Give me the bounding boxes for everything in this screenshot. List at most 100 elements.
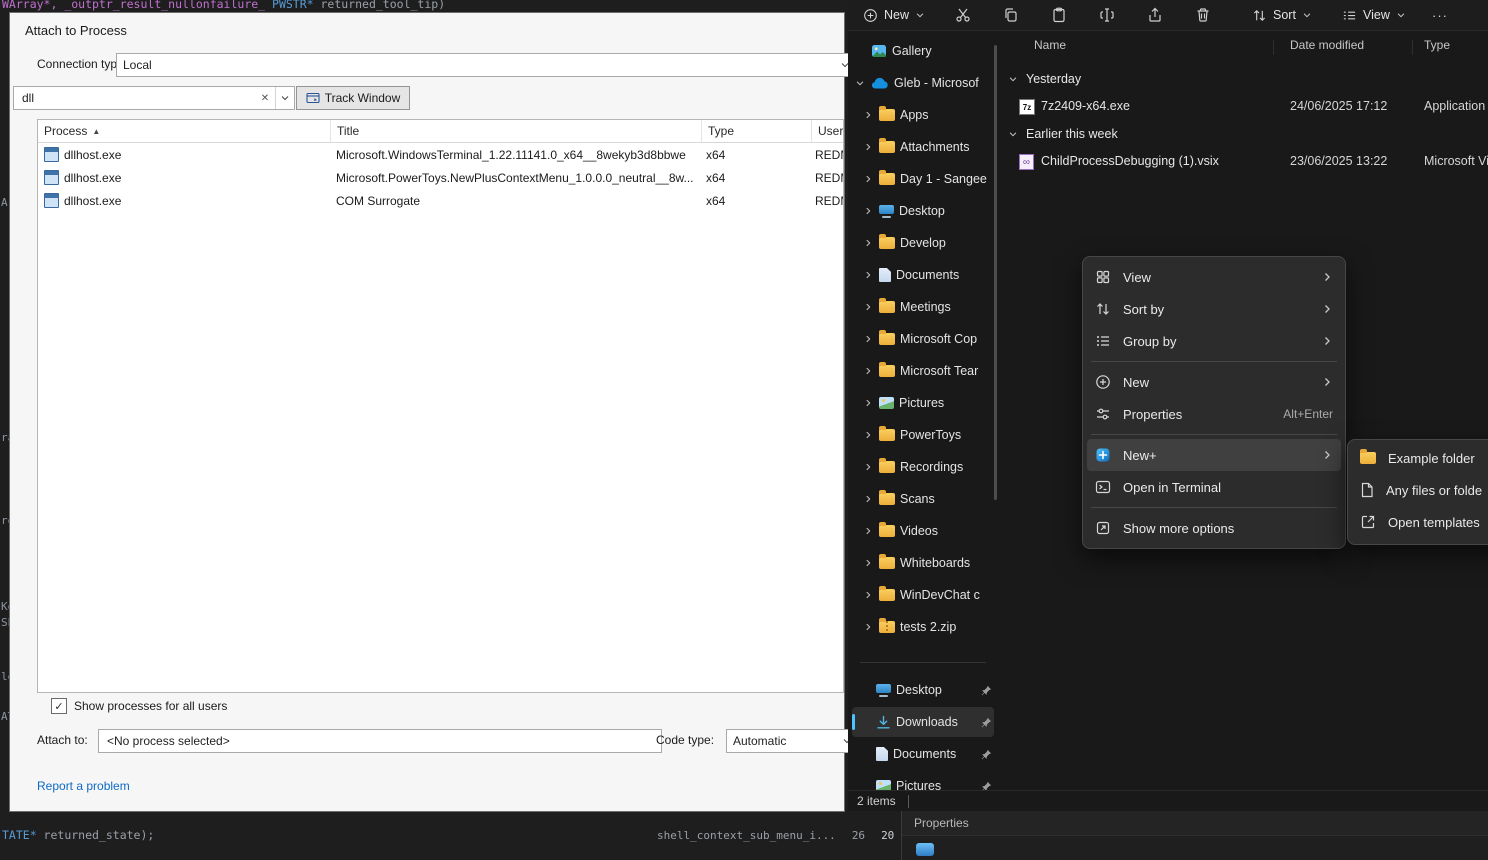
chevron-right-icon[interactable] (862, 526, 874, 536)
new-button[interactable]: New (854, 2, 934, 28)
sidebar-item-tests-zip[interactable]: tests 2.zip (852, 612, 994, 642)
paste-button[interactable] (1042, 2, 1076, 28)
submenu-item-example-folder[interactable]: Example folder (1352, 442, 1488, 474)
sidebar-item-scans[interactable]: Scans (852, 484, 994, 514)
chevron-down-icon[interactable] (1008, 74, 1018, 84)
sidebar-item-desktop-pinned[interactable]: Desktop (852, 675, 994, 705)
chevron-right-icon[interactable] (862, 110, 874, 120)
table-row[interactable]: dllhost.exe COM Surrogate x64 REDMOND (38, 189, 843, 212)
chevron-right-icon[interactable] (862, 590, 874, 600)
view-button[interactable]: View (1333, 2, 1415, 28)
sidebar-item-documents-pinned[interactable]: Documents (852, 739, 994, 769)
sidebar-item-develop[interactable]: Develop (852, 228, 994, 258)
filter-dropdown-icon[interactable] (275, 87, 294, 109)
menu-item-sort-by[interactable]: Sort by (1087, 293, 1341, 325)
sidebar-item-label: Documents (896, 268, 992, 282)
chevron-right-icon[interactable] (862, 270, 874, 280)
chevron-down-icon[interactable] (1008, 129, 1018, 139)
table-row[interactable]: dllhost.exe Microsoft.WindowsTerminal_1.… (38, 143, 843, 166)
menu-separator (1091, 361, 1337, 362)
chevron-right-icon[interactable] (862, 558, 874, 568)
sidebar-item-gallery[interactable]: Gallery (852, 36, 994, 66)
chevron-right-icon[interactable] (862, 142, 874, 152)
more-options-button[interactable]: ··· (1423, 2, 1457, 28)
process-filter-input[interactable] (20, 90, 255, 106)
sidebar-item-meetings[interactable]: Meetings (852, 292, 994, 322)
sidebar-item-recordings[interactable]: Recordings (852, 452, 994, 482)
menu-item-new[interactable]: New (1087, 366, 1341, 398)
cut-button[interactable] (946, 2, 980, 28)
nav-scrollbar[interactable] (994, 45, 997, 500)
desktop-icon (879, 205, 894, 218)
chevron-right-icon[interactable] (862, 334, 874, 344)
sidebar-item-label: Pictures (899, 396, 992, 410)
rename-button[interactable] (1090, 2, 1124, 28)
sidebar-item-onedrive[interactable]: Gleb - Microsof (852, 68, 994, 98)
file-row[interactable]: ∞ ChildProcessDebugging (1).vsix 23/06/2… (1000, 149, 1488, 175)
table-row[interactable]: dllhost.exe Microsoft.PowerToys.NewPlusC… (38, 166, 843, 189)
group-header-earlier[interactable]: Earlier this week (1008, 124, 1118, 144)
menu-item-view[interactable]: View (1087, 261, 1341, 293)
group-header-yesterday[interactable]: Yesterday (1008, 69, 1081, 89)
menu-item-new-plus[interactable]: New+ (1087, 439, 1341, 471)
show-all-users-label: Show processes for all users (74, 699, 227, 713)
clear-filter-icon[interactable]: ✕ (255, 93, 275, 104)
chevron-right-icon[interactable] (862, 398, 874, 408)
chevron-down-icon[interactable] (854, 78, 866, 88)
sidebar-item-videos[interactable]: Videos (852, 516, 994, 546)
sidebar-item-pictures-pinned[interactable]: Pictures (852, 771, 994, 790)
show-all-users-checkbox[interactable]: ✓ (51, 698, 67, 714)
sidebar-item-label: Gleb - Microsof (894, 76, 992, 90)
column-header-type[interactable]: Type (1424, 38, 1450, 52)
sidebar-item-documents[interactable]: Documents (852, 260, 994, 290)
sidebar-item-attachments[interactable]: Attachments (852, 132, 994, 162)
chevron-right-icon[interactable] (862, 494, 874, 504)
sort-button[interactable]: Sort (1243, 2, 1321, 28)
column-header-process[interactable]: Process▲ (38, 120, 331, 142)
menu-item-label: Any files or folde (1386, 483, 1482, 498)
sidebar-item-powertoys[interactable]: PowerToys (852, 420, 994, 450)
chevron-right-icon[interactable] (862, 366, 874, 376)
column-header-type[interactable]: Type (702, 120, 812, 142)
submenu-item-open-templates[interactable]: Open templates (1352, 506, 1488, 538)
file-row[interactable]: 7z 7z2409-x64.exe 24/06/2025 17:12 Appli… (1000, 94, 1488, 120)
share-button[interactable] (1138, 2, 1172, 28)
delete-button[interactable] (1186, 2, 1220, 28)
sidebar-item-apps[interactable]: Apps (852, 100, 994, 130)
sidebar-item-microsoft-tea[interactable]: Microsoft Tear (852, 356, 994, 386)
column-header-date[interactable]: Date modified (1290, 38, 1364, 52)
chevron-right-icon[interactable] (862, 462, 874, 472)
attach-to-input[interactable] (105, 733, 655, 749)
code-type-label: Code type: (656, 733, 714, 747)
sidebar-item-whiteboards[interactable]: Whiteboards (852, 548, 994, 578)
context-menu: View Sort by Group by New Properties Alt… (1082, 256, 1346, 549)
chevron-right-icon[interactable] (862, 206, 874, 216)
sidebar-item-day1[interactable]: Day 1 - Sangee (852, 164, 994, 194)
sidebar-item-desktop[interactable]: Desktop (852, 196, 994, 226)
sidebar-item-microsoft-cop[interactable]: Microsoft Cop (852, 324, 994, 354)
sidebar-item-windevchat[interactable]: WinDevChat c (852, 580, 994, 610)
column-header-user[interactable]: User Name (812, 120, 843, 142)
menu-item-show-more-options[interactable]: Show more options (1087, 512, 1341, 544)
chevron-right-icon[interactable] (862, 302, 874, 312)
sidebar-item-downloads-pinned[interactable]: Downloads (852, 707, 994, 737)
menu-item-group-by[interactable]: Group by (1087, 325, 1341, 357)
code-type-select[interactable]: Automatic (726, 729, 858, 753)
track-window-button[interactable]: Track Window (296, 86, 410, 110)
sidebar-item-label: Pictures (896, 779, 976, 790)
column-header-name[interactable]: Name (1034, 38, 1066, 52)
chevron-right-icon[interactable] (862, 174, 874, 184)
sidebar-item-pictures[interactable]: Pictures (852, 388, 994, 418)
menu-item-properties[interactable]: Properties Alt+Enter (1087, 398, 1341, 430)
submenu-item-any-files[interactable]: Any files or folde (1352, 474, 1488, 506)
copy-button[interactable] (994, 2, 1028, 28)
chevron-right-icon[interactable] (862, 622, 874, 632)
sidebar-item-label: tests 2.zip (900, 620, 992, 634)
connection-type-select[interactable]: Local (116, 53, 856, 77)
sidebar-item-label: Documents (893, 747, 976, 761)
chevron-right-icon[interactable] (862, 430, 874, 440)
chevron-right-icon[interactable] (862, 238, 874, 248)
menu-item-open-in-terminal[interactable]: Open in Terminal (1087, 471, 1341, 503)
report-problem-link[interactable]: Report a problem (37, 779, 130, 793)
column-header-title[interactable]: Title (331, 120, 702, 142)
